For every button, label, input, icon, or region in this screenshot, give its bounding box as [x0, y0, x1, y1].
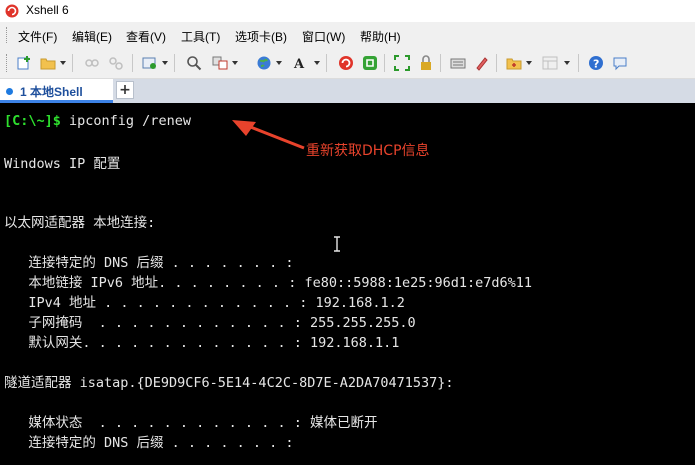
open-folder-icon[interactable] [38, 53, 58, 73]
lock-icon[interactable] [416, 53, 436, 73]
toolbar-separator [326, 54, 327, 72]
globe-dropdown-icon[interactable] [276, 61, 282, 65]
annotation-label: 重新获取DHCP信息 [306, 143, 430, 159]
xshell-icon[interactable] [336, 53, 356, 73]
menu-edit[interactable]: 编辑(E) [72, 28, 112, 45]
menubar-grip[interactable] [6, 27, 10, 43]
menu-help[interactable]: 帮助(H) [360, 28, 401, 45]
terminal-line: 默认网关. . . . . . . . . . . . . : 192.168.… [4, 335, 400, 351]
terminal-line: Windows IP 配置 [4, 156, 121, 172]
text-cursor-icon [334, 236, 340, 252]
toolbar: A ? [0, 48, 695, 79]
open-dropdown-icon[interactable] [60, 61, 66, 65]
terminal-prompt: [C:\~]$ [4, 113, 61, 129]
terminal-command: ipconfig /renew [60, 113, 191, 129]
xftp-icon[interactable] [360, 53, 380, 73]
tab-bar: 1 本地Shell + [0, 79, 695, 103]
fullscreen-icon[interactable] [392, 53, 412, 73]
transfer-icon[interactable] [210, 53, 230, 73]
properties-icon[interactable] [140, 53, 160, 73]
menu-bar: 文件(F) 编辑(E) 查看(V) 工具(T) 选项卡(B) 窗口(W) 帮助(… [0, 22, 695, 48]
terminal-line: 连接特定的 DNS 后缀 . . . . . . . : [4, 255, 294, 271]
toolbar-grip[interactable] [6, 54, 10, 72]
font-dropdown-icon[interactable] [314, 61, 320, 65]
terminal-line: IPv4 地址 . . . . . . . . . . . . : 192.16… [4, 295, 405, 311]
keyboard-icon[interactable] [448, 53, 468, 73]
terminal-command-line: [C:\~]$ ipconfig /renew [4, 113, 191, 129]
svg-text:?: ? [593, 58, 599, 71]
globe-icon[interactable] [254, 53, 274, 73]
terminal-line: 隧道适配器 isatap.{DE9D9CF6-5E14-4C2C-8D7E-A2… [4, 375, 454, 391]
toolbar-separator [578, 54, 579, 72]
menu-view[interactable]: 查看(V) [126, 28, 166, 45]
find-icon[interactable] [184, 53, 204, 73]
new-tab-group-icon[interactable] [504, 53, 524, 73]
toolbar-separator [440, 54, 441, 72]
svg-text:A: A [293, 57, 305, 71]
terminal-line: 以太网适配器 本地连接: [4, 215, 156, 231]
toolbar-separator [72, 54, 73, 72]
xshell-logo-icon [5, 4, 19, 18]
window-title: Xshell 6 [26, 3, 69, 17]
tab-status-icon [6, 88, 13, 95]
title-bar: Xshell 6 [0, 0, 695, 22]
tab-label: 1 本地Shell [20, 85, 83, 99]
menu-window[interactable]: 窗口(W) [302, 28, 345, 45]
connect-icon[interactable] [82, 53, 102, 73]
toolbar-separator [384, 54, 385, 72]
new-session-icon[interactable] [14, 53, 34, 73]
script-icon[interactable] [472, 53, 492, 73]
annotation-arrow-icon [232, 120, 305, 150]
toolbar-separator [174, 54, 175, 72]
terminal-line: 媒体状态 . . . . . . . . . . . . : 媒体已断开 [4, 415, 378, 431]
toolbar-separator [132, 54, 133, 72]
terminal-line: 本地链接 IPv6 地址. . . . . . . . : fe80::5988… [4, 275, 533, 291]
add-tab-button[interactable]: + [116, 81, 134, 99]
tab-local-shell[interactable]: 1 本地Shell [0, 79, 113, 103]
tab-group-dropdown-icon[interactable] [526, 61, 532, 65]
chat-icon[interactable] [610, 53, 630, 73]
transfer-dropdown-icon[interactable] [232, 61, 238, 65]
terminal-line: 连接特定的 DNS 后缀 . . . . . . . : [4, 435, 294, 451]
toolbar-separator [496, 54, 497, 72]
layout-icon[interactable] [540, 53, 560, 73]
menu-tools[interactable]: 工具(T) [181, 28, 220, 45]
help-icon[interactable]: ? [586, 53, 606, 73]
font-icon[interactable]: A [290, 53, 310, 73]
disconnect-icon[interactable] [106, 53, 126, 73]
layout-dropdown-icon[interactable] [564, 61, 570, 65]
properties-dropdown-icon[interactable] [162, 61, 168, 65]
menu-tabs[interactable]: 选项卡(B) [235, 28, 287, 45]
menu-file[interactable]: 文件(F) [18, 28, 57, 45]
terminal-line: 子网掩码 . . . . . . . . . . . . : 255.255.2… [4, 315, 416, 331]
